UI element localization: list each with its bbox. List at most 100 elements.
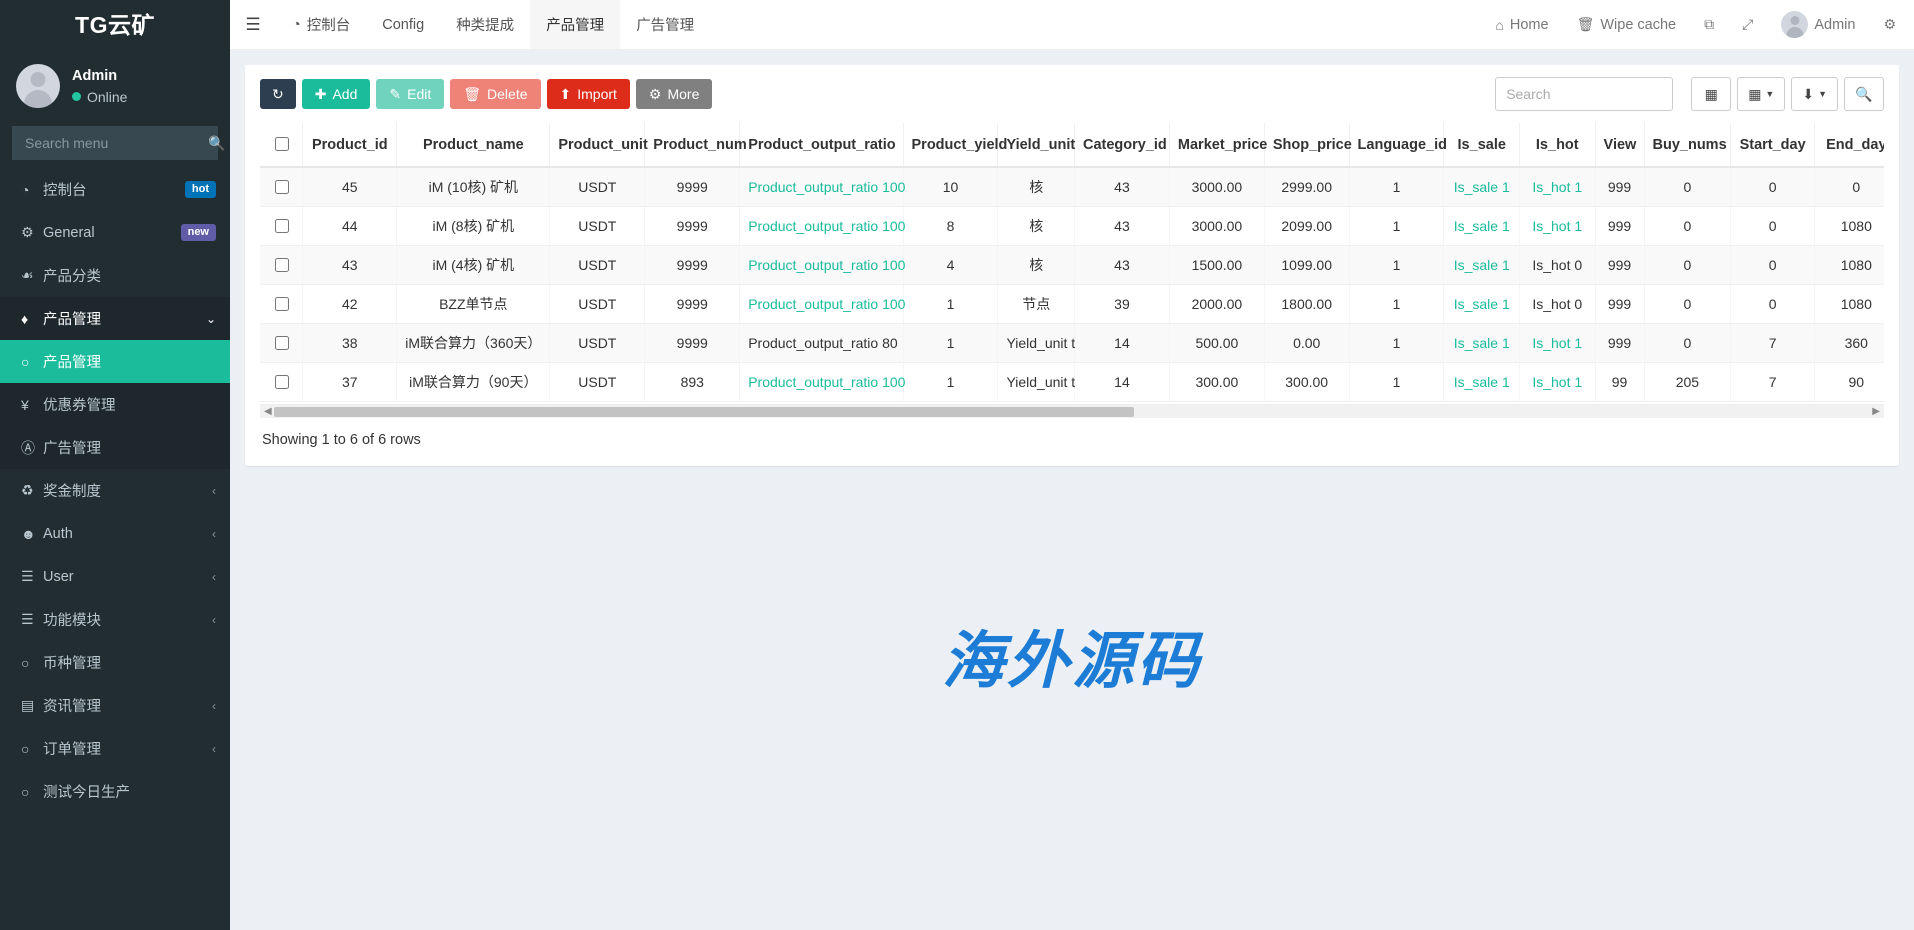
sidebar-item-4[interactable]: ○产品管理 [0,340,230,383]
is-sale-toggle-link[interactable]: Is_sale 1 [1454,374,1510,390]
sidebar-item-10[interactable]: ☰功能模块‹ [0,598,230,641]
sidebar-link-11[interactable]: ○币种管理 [0,641,230,684]
cell-is-sale[interactable]: Is_sale 1 [1444,207,1520,246]
col-language-id[interactable]: Language_id [1349,123,1444,167]
sidebar-item-6[interactable]: Ⓐ广告管理 [0,426,230,469]
cell-is-hot[interactable]: Is_hot 1 [1520,167,1596,207]
sidebar-item-1[interactable]: ⚙Generalnew [0,211,230,254]
hamburger-icon[interactable]: ☰ [230,0,276,49]
navbar-action-3[interactable]: ⤢ [1728,0,1767,49]
sidebar-link-12[interactable]: ▤资讯管理‹ [0,684,230,727]
cell-is-sale[interactable]: Is_sale 1 [1444,324,1520,363]
cell-is-sale[interactable]: Is_sale 1 [1444,167,1520,207]
add-button[interactable]: ✚ Add [302,79,371,110]
col-product-num[interactable]: Product_num [645,123,740,167]
sidebar-item-13[interactable]: ○订单管理‹ [0,727,230,770]
sidebar-link-3[interactable]: ♦产品管理⌄ [0,297,230,340]
sidebar-link-0[interactable]: ◔控制台hot [0,168,230,211]
cell-is-hot[interactable]: Is_hot 1 [1520,324,1596,363]
is-sale-toggle-link[interactable]: Is_sale 1 [1454,296,1510,312]
cell-product-output-ratio[interactable]: Product_output_ratio 100 [740,246,903,285]
col-start-day[interactable]: Start_day [1731,123,1815,167]
is-hot-toggle-link[interactable]: Is_hot 1 [1532,335,1582,351]
scroll-right-icon[interactable]: ▶ [1872,407,1880,417]
navbar-action-2[interactable]: ⧉ [1690,0,1728,49]
row-checkbox[interactable] [275,375,289,389]
col-yield-unit[interactable]: Yield_unit [998,123,1075,167]
is-hot-toggle-link[interactable]: Is_hot 0 [1532,296,1582,312]
cell-is-hot[interactable]: Is_hot 1 [1520,207,1596,246]
table-row[interactable]: 42BZZ单节点USDT9999Product_output_ratio 100… [260,285,1884,324]
sidebar-link-14[interactable]: ○测试今日生产 [0,770,230,813]
output-ratio-link[interactable]: Product_output_ratio 100 [748,179,905,195]
search-input[interactable] [1495,77,1673,111]
nav-tab-0[interactable]: ◔控制台 [276,0,366,49]
sidebar-link-6[interactable]: Ⓐ广告管理 [0,426,230,469]
cell-product-output-ratio[interactable]: Product_output_ratio 100 [740,167,903,207]
nav-tab-4[interactable]: 广告管理 [620,0,710,49]
row-checkbox[interactable] [275,258,289,272]
cell-product-output-ratio[interactable]: Product_output_ratio 80 [740,324,903,363]
cell-is-sale[interactable]: Is_sale 1 [1444,246,1520,285]
sidebar-item-5[interactable]: ¥优惠券管理 [0,383,230,426]
export-icon[interactable]: ⬇▼ [1791,77,1838,111]
navbar-action-1[interactable]: 🗑Wipe cache [1563,0,1691,49]
row-checkbox[interactable] [275,336,289,350]
col-product-name[interactable]: Product_name [397,123,550,167]
more-button[interactable]: ⚙ More [636,79,712,110]
sidebar-item-2[interactable]: ☙产品分类 [0,254,230,297]
sidebar-item-11[interactable]: ○币种管理 [0,641,230,684]
sidebar-link-10[interactable]: ☰功能模块‹ [0,598,230,641]
sidebar-link-9[interactable]: ☰User‹ [0,555,230,598]
search-menu-input[interactable] [23,134,208,152]
col-product-yield[interactable]: Product_yield [903,123,998,167]
sidebar-item-7[interactable]: ♻奖金制度‹ [0,469,230,512]
select-all-checkbox[interactable] [275,137,289,151]
nav-tab-3[interactable]: 产品管理 [530,0,620,49]
sidebar-search[interactable]: 🔍 [12,126,218,160]
search-icon[interactable]: 🔍 [1844,77,1884,111]
sidebar-link-5[interactable]: ¥优惠券管理 [0,383,230,426]
row-checkbox[interactable] [275,297,289,311]
nav-tab-2[interactable]: 种类提成 [440,0,530,49]
columns-toggle-icon[interactable]: ▦ [1691,77,1731,111]
col-is-hot[interactable]: Is_hot [1520,123,1596,167]
cell-product-output-ratio[interactable]: Product_output_ratio 100 [740,285,903,324]
sidebar-item-8[interactable]: ☻Auth‹ [0,512,230,555]
sidebar-link-8[interactable]: ☻Auth‹ [0,512,230,555]
sidebar-link-2[interactable]: ☙产品分类 [0,254,230,297]
brand-logo[interactable]: TG云矿 [0,0,230,50]
cell-is-sale[interactable]: Is_sale 1 [1444,363,1520,402]
col-product-id[interactable]: Product_id [303,123,397,167]
sidebar-item-14[interactable]: ○测试今日生产 [0,770,230,813]
cell-is-hot[interactable]: Is_hot 0 [1520,285,1596,324]
table-row[interactable]: 44iM (8核) 矿机USDT9999Product_output_ratio… [260,207,1884,246]
is-sale-toggle-link[interactable]: Is_sale 1 [1454,218,1510,234]
row-checkbox[interactable] [275,180,289,194]
sidebar-link-13[interactable]: ○订单管理‹ [0,727,230,770]
col-product-unit[interactable]: Product_unit [550,123,645,167]
navbar-action-4[interactable]: Admin [1767,0,1869,49]
sidebar-item-3[interactable]: ♦产品管理⌄ [0,297,230,340]
col-category-id[interactable]: Category_id [1074,123,1169,167]
horizontal-scrollbar[interactable]: ◀ ▶ [260,404,1884,418]
is-sale-toggle-link[interactable]: Is_sale 1 [1454,179,1510,195]
is-sale-toggle-link[interactable]: Is_sale 1 [1454,257,1510,273]
col-is-sale[interactable]: Is_sale [1444,123,1520,167]
col-end-day[interactable]: End_day [1814,123,1884,167]
navbar-action-5[interactable]: ⚙ [1869,0,1910,49]
is-hot-toggle-link[interactable]: Is_hot 1 [1532,218,1582,234]
cell-is-hot[interactable]: Is_hot 1 [1520,363,1596,402]
col-shop-price[interactable]: Shop_price [1264,123,1349,167]
output-ratio-link[interactable]: Product_output_ratio 80 [748,335,897,351]
cell-is-sale[interactable]: Is_sale 1 [1444,285,1520,324]
sidebar-link-1[interactable]: ⚙Generalnew [0,211,230,254]
refresh-button[interactable]: ↻ [260,79,296,110]
cell-product-output-ratio[interactable]: Product_output_ratio 100 [740,207,903,246]
table-row[interactable]: 38iM联合算力（360天）USDT9999Product_output_rat… [260,324,1884,363]
row-checkbox[interactable] [275,219,289,233]
is-hot-toggle-link[interactable]: Is_hot 0 [1532,257,1582,273]
cell-product-output-ratio[interactable]: Product_output_ratio 100 [740,363,903,402]
is-hot-toggle-link[interactable]: Is_hot 1 [1532,374,1582,390]
cell-is-hot[interactable]: Is_hot 0 [1520,246,1596,285]
